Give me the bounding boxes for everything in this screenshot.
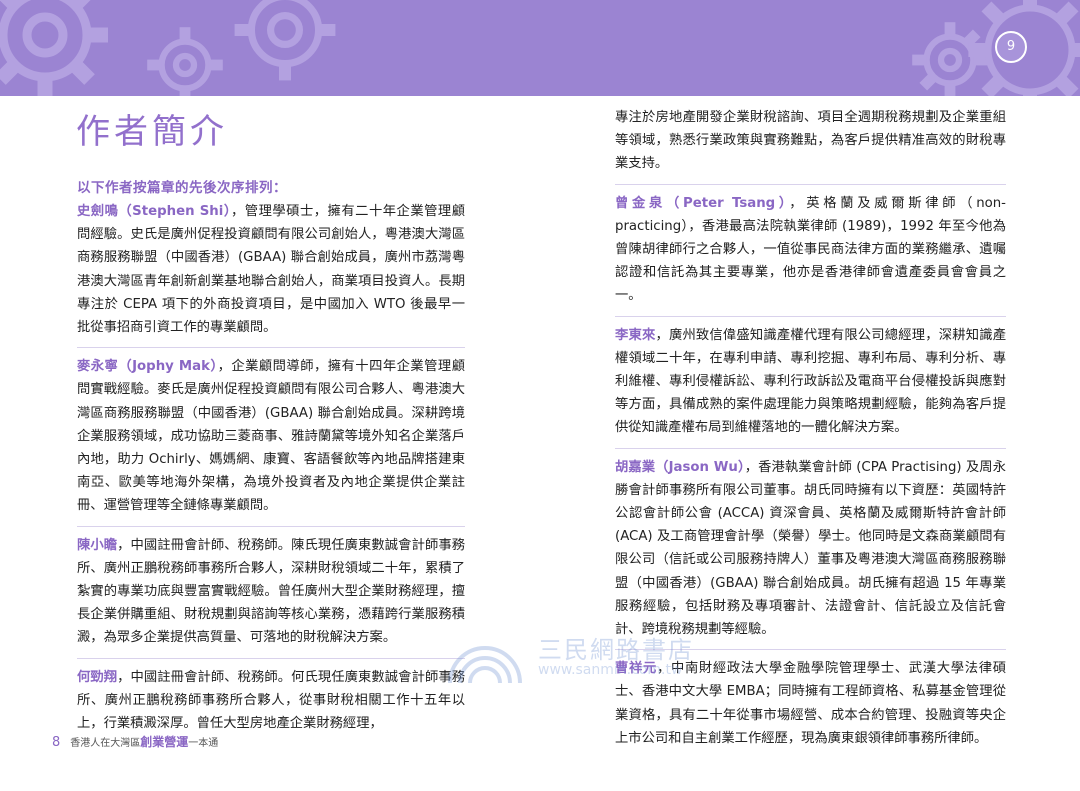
page-number-badge: 9 [995, 31, 1027, 63]
footer-book-suffix: 一本通 [188, 738, 219, 749]
author-name: 陳小瞻 [77, 537, 118, 553]
author-entry: 曾金泉（Peter Tsang），英格蘭及威爾斯律師（non-practicin… [615, 192, 1006, 308]
author-bio: ，中國註冊會計師、稅務師。何氏現任廣東數誠會計師事務所、廣州正鵬稅務師事務所合夥… [77, 669, 466, 732]
author-name: 何勁翔 [77, 669, 118, 685]
watermark-text: 三民網路書店 [538, 636, 694, 664]
author-entry: 李東來，廣州致信偉盛知識產權代理有限公司總經理，深耕知識產權領域二十年，在專利申… [615, 324, 1006, 440]
footer-book-highlight: 創業營運 [140, 735, 189, 749]
footer-page-number: 8 [52, 735, 61, 750]
author-entry: 史劍鳴（Stephen Shi），管理學碩士，擁有二十年企業管理顧問經驗。史氏是… [77, 200, 465, 339]
watermark: 三民網路書店 www.sanmin.com.tw [440, 628, 700, 688]
author-entry: 陳小瞻，中國註冊會計師、稅務師。陳氏現任廣東數誠會計師事務所、廣州正鵬稅務師事務… [77, 534, 465, 650]
divider [77, 657, 465, 659]
gear-icon [234, 0, 336, 81]
intro-text: 以下作者按篇章的先後次序排列： [77, 180, 287, 196]
left-column: 史劍鳴（Stephen Shi），管理學碩士，擁有二十年企業管理顧問經驗。史氏是… [77, 200, 465, 743]
author-entry: 麥永寧（Jophy Mak），企業顧問導師，擁有十四年企業管理顧問實戰經驗。麥氏… [77, 355, 465, 517]
author-bio: ，廣州致信偉盛知識產權代理有限公司總經理，深耕知識產權領域二十年，在專利申請、專… [615, 327, 1006, 436]
gear-icon [0, 0, 108, 96]
author-name: 曾金泉（Peter Tsang） [615, 195, 790, 211]
divider [77, 525, 465, 527]
divider [615, 447, 1006, 449]
footer-book-prefix: 香港人在大灣區 [70, 738, 141, 749]
author-name: 史劍鳴（Stephen Shi） [77, 204, 231, 219]
author-bio: ，香港執業會計師 (CPA Practising) 及周永勝會計師事務所有限公司… [615, 459, 1006, 638]
gear-icon [147, 27, 223, 96]
watermark-logo-icon [448, 646, 522, 684]
author-name: 李東來 [615, 327, 656, 343]
divider [615, 315, 1006, 317]
footer: 8 香港人在大灣區創業營運一本通 [52, 733, 218, 750]
author-entry: 胡嘉業（Jason Wu），香港執業會計師 (CPA Practising) 及… [615, 456, 1006, 642]
watermark-url: www.sanmin.com.tw [538, 662, 683, 678]
author-bio: ，英格蘭及威爾斯律師（non-practicing），香港最高法院執業律師 (1… [615, 195, 1006, 304]
author-bio: 專注於房地產開發企業財稅諮詢、項目全週期稅務規劃及企業重組等領域，熟悉行業政策與… [615, 110, 1006, 172]
page-title: 作者簡介 [76, 112, 228, 152]
author-bio: ，管理學碩士，擁有二十年企業管理顧問經驗。史氏是廣州促程投資顧問有限公司創始人，… [77, 204, 466, 336]
author-bio: ，中國註冊會計師、稅務師。陳氏現任廣東數誠會計師事務所、廣州正鵬稅務師事務所合夥… [77, 537, 466, 646]
header-banner: 9 [0, 0, 1080, 96]
author-name: 胡嘉業（Jason Wu） [615, 459, 745, 475]
author-entry: 何勁翔，中國註冊會計師、稅務師。何氏現任廣東數誠會計師事務所、廣州正鵬稅務師事務… [77, 666, 465, 736]
divider [77, 347, 465, 349]
author-bio: ，企業顧問導師，擁有十四年企業管理顧問實戰經驗。麥氏是廣州促程投資顧問有限公司合… [77, 359, 466, 514]
author-name: 麥永寧（Jophy Mak） [77, 359, 218, 375]
divider [615, 183, 1006, 185]
author-entry-continued: 專注於房地產開發企業財稅諮詢、項目全週期稅務規劃及企業重組等領域，熟悉行業政策與… [615, 106, 1006, 176]
